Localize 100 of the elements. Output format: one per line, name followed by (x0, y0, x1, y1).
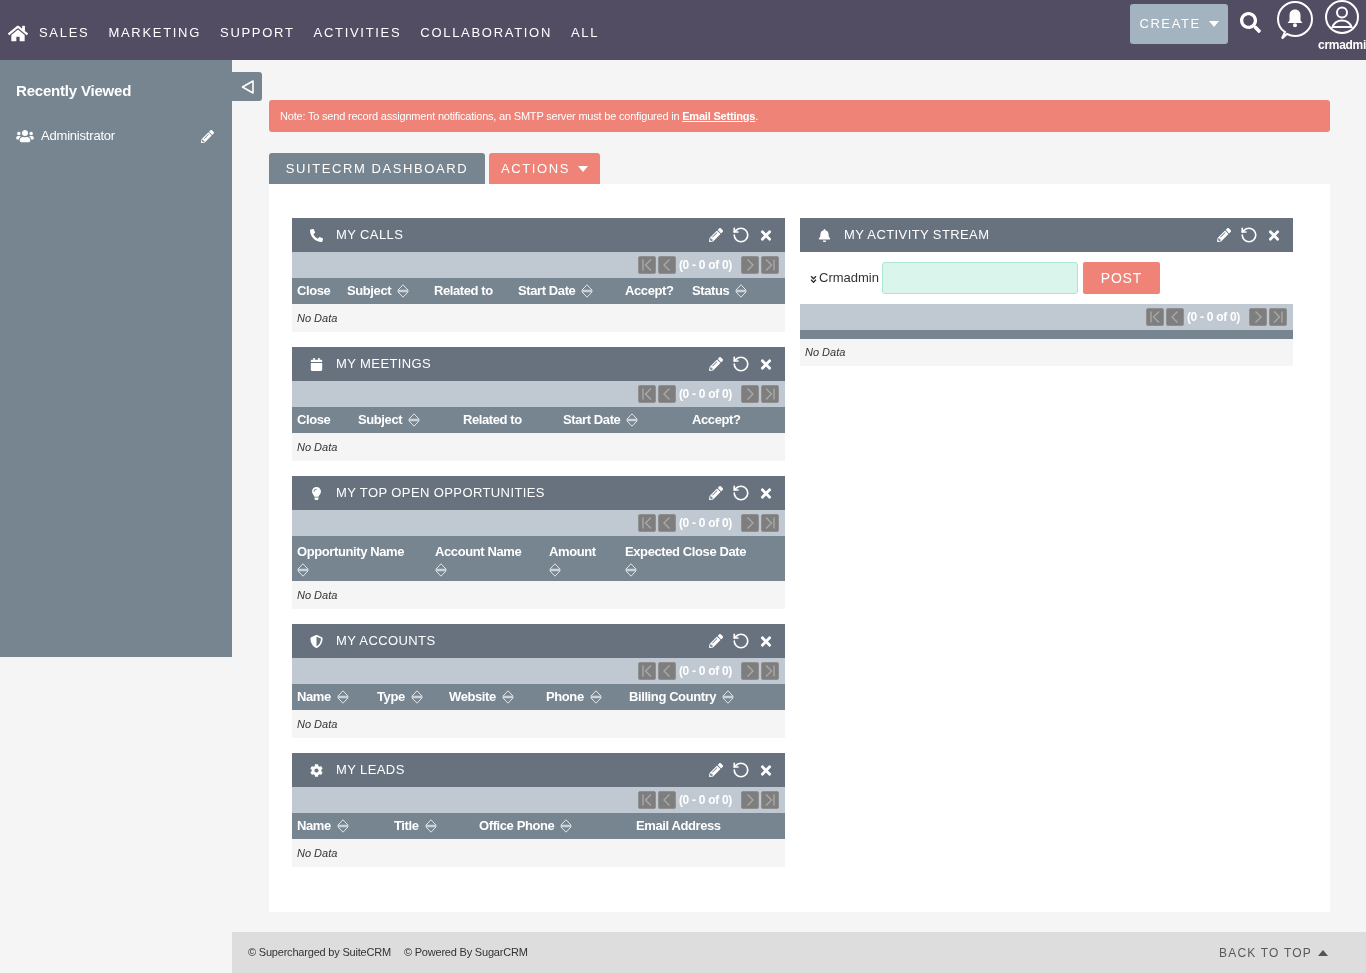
last-page-button[interactable] (1269, 308, 1287, 326)
column-header[interactable]: Title (394, 816, 419, 836)
double-chevron-icon[interactable] (809, 274, 818, 284)
next-page-button[interactable] (741, 385, 759, 403)
column-header[interactable]: Amount (549, 542, 596, 562)
column-header[interactable]: Phone (546, 687, 584, 707)
sort-arrows-icon[interactable] (397, 284, 410, 298)
sort-arrows-icon[interactable] (435, 562, 447, 577)
column-header[interactable]: Account Name (435, 542, 522, 562)
last-page-button[interactable] (761, 791, 779, 809)
first-page-button[interactable] (637, 791, 656, 809)
sort-arrows-icon[interactable] (297, 562, 309, 577)
column-header[interactable]: Start Date (518, 281, 576, 301)
previous-page-button[interactable] (657, 514, 676, 532)
sort-arrows-icon[interactable] (626, 413, 639, 427)
column-header[interactable]: Close (297, 281, 331, 301)
column-header[interactable]: Accept? (692, 410, 741, 430)
column-header[interactable]: Accept? (625, 281, 674, 301)
post-button[interactable]: POST (1082, 262, 1160, 294)
column-header[interactable]: Name (297, 687, 331, 707)
pencil-icon[interactable] (709, 763, 723, 777)
search-icon[interactable] (1240, 12, 1262, 33)
pencil-icon[interactable] (709, 357, 723, 371)
close-icon[interactable] (759, 633, 773, 649)
last-page-button[interactable] (761, 256, 779, 274)
column-header[interactable]: Close (297, 410, 331, 430)
sort-arrows-icon[interactable] (408, 413, 421, 427)
circular-arrow-icon[interactable] (732, 484, 750, 502)
sort-arrows-icon[interactable] (424, 819, 437, 833)
circular-arrow-icon[interactable] (732, 761, 750, 779)
last-page-button[interactable] (761, 662, 779, 680)
user-circle-icon[interactable] (1324, 0, 1361, 34)
sort-arrows-icon[interactable] (410, 690, 423, 704)
first-page-button[interactable] (637, 385, 656, 403)
circular-arrow-icon[interactable] (732, 355, 750, 373)
column-header[interactable]: Expected Close Date (625, 542, 746, 562)
sort-arrows-icon[interactable] (336, 819, 349, 833)
column-header[interactable]: Email Address (636, 816, 721, 836)
post-input-field[interactable] (881, 262, 1078, 294)
pencil-icon[interactable] (709, 486, 723, 500)
first-page-button[interactable] (1145, 308, 1164, 326)
circular-arrow-icon[interactable] (1240, 226, 1258, 244)
previous-page-button[interactable] (657, 662, 676, 680)
sort-arrows-icon[interactable] (589, 690, 602, 704)
first-page-button[interactable] (637, 256, 656, 274)
column-header[interactable]: Subject (358, 410, 403, 430)
sort-arrows-icon[interactable] (735, 284, 748, 298)
sort-arrows-icon[interactable] (722, 690, 735, 704)
next-page-button[interactable] (1249, 308, 1267, 326)
bell-speech-bubble-icon[interactable] (1276, 0, 1315, 40)
column-header[interactable]: Office Phone (479, 816, 555, 836)
next-page-button[interactable] (741, 791, 759, 809)
previous-page-button[interactable] (657, 256, 676, 274)
nav-menu-item[interactable]: ALL (571, 23, 600, 43)
actions-dropdown-button[interactable]: ACTIONS (489, 153, 600, 184)
column-header[interactable]: Billing Country (629, 687, 717, 707)
pencil-icon[interactable] (709, 228, 723, 242)
next-page-button[interactable] (741, 662, 759, 680)
column-header[interactable]: Status (692, 281, 730, 301)
column-header[interactable]: Name (297, 816, 331, 836)
circular-arrow-icon[interactable] (732, 632, 750, 650)
sort-arrows-icon[interactable] (501, 690, 514, 704)
house-icon[interactable] (8, 23, 28, 43)
pencil-icon[interactable] (1217, 228, 1231, 242)
pencil-icon[interactable] (709, 634, 723, 648)
column-header[interactable]: Subject (347, 281, 392, 301)
user-name[interactable]: crmadmi (1318, 38, 1366, 52)
circular-arrow-icon[interactable] (732, 226, 750, 244)
sort-arrows-icon[interactable] (625, 562, 637, 577)
sort-arrows-icon[interactable] (581, 284, 594, 298)
nav-menu-item[interactable]: SUPPORT (220, 23, 295, 43)
close-icon[interactable] (759, 762, 773, 778)
close-icon[interactable] (759, 356, 773, 372)
column-header[interactable]: Type (377, 687, 405, 707)
previous-page-button[interactable] (1165, 308, 1184, 326)
column-header[interactable]: Related to (463, 410, 522, 430)
next-page-button[interactable] (741, 514, 759, 532)
close-icon[interactable] (759, 485, 773, 501)
sort-arrows-icon[interactable] (560, 819, 573, 833)
sidebar-item-link[interactable]: Administrator (41, 126, 115, 146)
nav-menu-item[interactable]: COLLABORATION (420, 23, 552, 43)
previous-page-button[interactable] (657, 385, 676, 403)
column-header[interactable]: Start Date (563, 410, 621, 430)
nav-menu-item[interactable]: MARKETING (108, 23, 201, 43)
last-page-button[interactable] (761, 514, 779, 532)
sort-arrows-icon[interactable] (336, 690, 349, 704)
pencil-icon[interactable] (201, 129, 214, 143)
next-page-button[interactable] (741, 256, 759, 274)
column-header[interactable]: Related to (434, 281, 493, 301)
sort-arrows-icon[interactable] (549, 562, 561, 577)
close-icon[interactable] (759, 227, 773, 243)
column-header[interactable]: Opportunity Name (297, 542, 404, 562)
first-page-button[interactable] (637, 662, 656, 680)
last-page-button[interactable] (761, 385, 779, 403)
previous-page-button[interactable] (657, 791, 676, 809)
sidebar-toggle-button[interactable] (232, 72, 262, 101)
dashboard-tab[interactable]: SUITECRM DASHBOARD (269, 153, 485, 184)
first-page-button[interactable] (637, 514, 656, 532)
create-button[interactable]: CREATE (1130, 4, 1229, 44)
column-header[interactable]: Website (449, 687, 496, 707)
